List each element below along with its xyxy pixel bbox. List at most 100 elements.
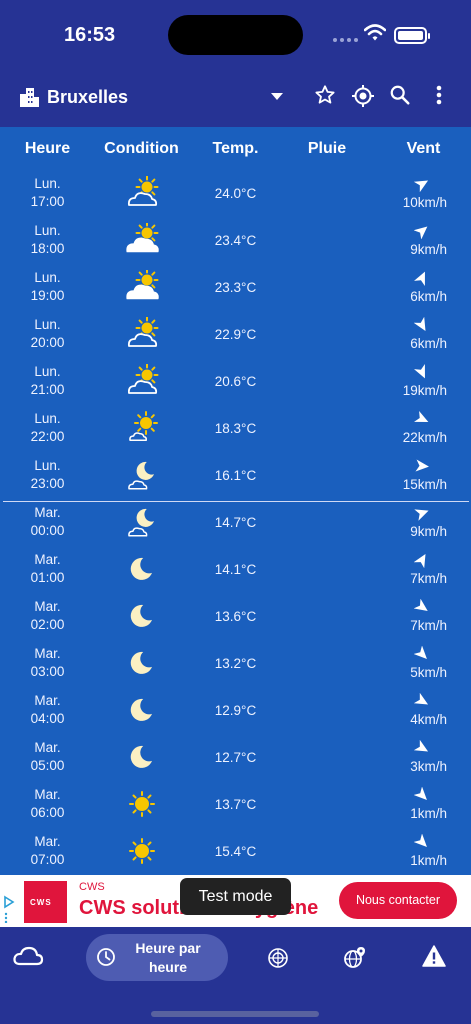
- row-temp: 24.0°C: [214, 186, 257, 201]
- header-wind: Vent: [406, 140, 441, 157]
- row-time: 04:00: [30, 711, 65, 726]
- bottom-nav: Heure par heure: [0, 927, 471, 1024]
- header-temp: Temp.: [212, 140, 259, 157]
- dropdown-icon[interactable]: [271, 93, 283, 100]
- row-temp: 15.4°C: [214, 844, 257, 859]
- nav-alert-icon[interactable]: [422, 945, 446, 967]
- nav-hourly-label: Heure par heure: [135, 940, 201, 975]
- more-options-icon[interactable]: [436, 84, 442, 106]
- ad-logo[interactable]: CWS: [24, 881, 67, 923]
- wind-direction-arrow-icon: [413, 598, 430, 615]
- row-wind: 6km/h: [410, 336, 447, 351]
- row-time: 19:00: [30, 288, 65, 303]
- moon-icon: [123, 552, 161, 586]
- forecast-row[interactable]: Lun. 17:00 24.0°C 10km/h: [0, 172, 471, 219]
- row-time: 17:00: [30, 194, 65, 209]
- wind-direction-arrow-icon: [414, 458, 430, 474]
- row-day: Mar.: [34, 552, 61, 567]
- sun-small-cloud-icon: [123, 411, 161, 445]
- nav-radar-icon[interactable]: [267, 947, 289, 969]
- wind-direction-arrow-icon: [413, 739, 430, 756]
- forecast-row[interactable]: Mar. 03:00 13.2°C 5km/h: [0, 642, 471, 689]
- forecast-row[interactable]: Lun. 18:00 23.4°C 9km/h: [0, 219, 471, 266]
- row-temp: 13.2°C: [214, 656, 257, 671]
- forecast-row[interactable]: Mar. 05:00 12.7°C 3km/h: [0, 736, 471, 783]
- row-temp: 14.1°C: [214, 562, 257, 577]
- forecast-row[interactable]: Mar. 07:00 15.4°C 1km/h: [0, 830, 471, 877]
- battery-icon: [394, 27, 430, 44]
- row-temp: 23.3°C: [214, 280, 257, 295]
- row-day: Mar.: [34, 505, 61, 520]
- city-selector[interactable]: Bruxelles: [47, 87, 128, 108]
- city-icon: [20, 88, 39, 107]
- search-icon[interactable]: [389, 84, 411, 106]
- moon-icon: [123, 740, 161, 774]
- forecast-row[interactable]: Lun. 21:00 20.6°C 19km/h: [0, 360, 471, 407]
- wind-direction-arrow-icon: [413, 833, 430, 850]
- row-day: Mar.: [34, 787, 61, 802]
- row-day: Mar.: [34, 646, 61, 661]
- wind-direction-arrow-icon: [414, 364, 430, 380]
- forecast-row[interactable]: Mar. 04:00 12.9°C 4km/h: [0, 689, 471, 736]
- row-day: Mar.: [34, 740, 61, 755]
- row-time: 21:00: [30, 382, 65, 397]
- row-temp: 18.3°C: [214, 421, 257, 436]
- row-wind: 1km/h: [410, 853, 447, 868]
- row-day: Lun.: [34, 270, 61, 285]
- wind-direction-arrow-icon: [414, 411, 430, 427]
- row-time: 22:00: [30, 429, 65, 444]
- forecast-row[interactable]: Lun. 23:00 16.1°C 15km/h: [0, 454, 471, 501]
- forecast-row[interactable]: Lun. 20:00 22.9°C 6km/h: [0, 313, 471, 360]
- row-day: Lun.: [34, 458, 61, 473]
- row-day: Lun.: [34, 317, 61, 332]
- dynamic-island: [168, 15, 303, 55]
- forecast-row[interactable]: Mar. 01:00 14.1°C 7km/h: [0, 548, 471, 595]
- row-wind: 10km/h: [402, 195, 447, 210]
- ad-choices-icon[interactable]: [2, 895, 16, 923]
- row-wind: 19km/h: [402, 383, 447, 398]
- wind-direction-arrow-icon: [413, 552, 430, 569]
- wind-direction-arrow-icon: [413, 786, 430, 803]
- ad-brand: CWS: [79, 881, 105, 893]
- status-bar: 16:53: [0, 0, 471, 72]
- row-time: 00:00: [30, 523, 65, 538]
- row-wind: 7km/h: [410, 571, 447, 586]
- row-wind: 9km/h: [410, 242, 447, 257]
- forecast-row[interactable]: Lun. 22:00 18.3°C 22km/h: [0, 407, 471, 454]
- table-header: Heure Condition Temp. Pluie Vent: [0, 127, 471, 172]
- ad-contact-button[interactable]: Nous contacter: [339, 882, 457, 919]
- row-time: 05:00: [30, 758, 65, 773]
- clock-icon: [97, 948, 115, 966]
- row-temp: 20.6°C: [214, 374, 257, 389]
- favorite-star-icon[interactable]: [314, 84, 336, 106]
- wind-direction-arrow-icon: [413, 176, 430, 193]
- row-temp: 16.1°C: [214, 468, 257, 483]
- nav-map-globe-icon[interactable]: [343, 946, 367, 970]
- sun-icon: [123, 834, 161, 868]
- forecast-row[interactable]: Mar. 02:00 13.6°C 7km/h: [0, 595, 471, 642]
- row-wind: 3km/h: [410, 759, 447, 774]
- forecast-row[interactable]: Lun. 19:00 23.3°C 6km/h: [0, 266, 471, 313]
- moon-cloud-icon: [123, 458, 161, 492]
- sun-icon: [123, 787, 161, 821]
- nav-forecast-cloud-icon[interactable]: [12, 945, 44, 967]
- wind-direction-arrow-icon: [414, 270, 430, 286]
- forecast-row[interactable]: Mar. 06:00 13.7°C 1km/h: [0, 783, 471, 830]
- row-wind: 5km/h: [410, 665, 447, 680]
- row-day: Lun.: [34, 364, 61, 379]
- sun-cloud-icon: [123, 363, 161, 398]
- nav-hourly-tab[interactable]: Heure par heure: [86, 934, 228, 981]
- moon-cloud-icon: [123, 505, 161, 539]
- cloud-sun-icon: [123, 221, 161, 257]
- wind-direction-arrow-icon: [414, 505, 430, 521]
- row-temp: 12.9°C: [214, 703, 257, 718]
- test-mode-toast: Test mode: [180, 878, 291, 915]
- row-wind: 1km/h: [410, 806, 447, 821]
- row-wind: 7km/h: [410, 618, 447, 633]
- row-time: 03:00: [30, 664, 65, 679]
- forecast-row[interactable]: Mar. 00:00 14.7°C 9km/h: [0, 501, 471, 548]
- row-time: 01:00: [30, 570, 65, 585]
- hourly-forecast-table[interactable]: Heure Condition Temp. Pluie Vent Lun. 17:…: [0, 127, 471, 875]
- locate-icon[interactable]: [351, 84, 375, 108]
- moon-icon: [123, 693, 161, 727]
